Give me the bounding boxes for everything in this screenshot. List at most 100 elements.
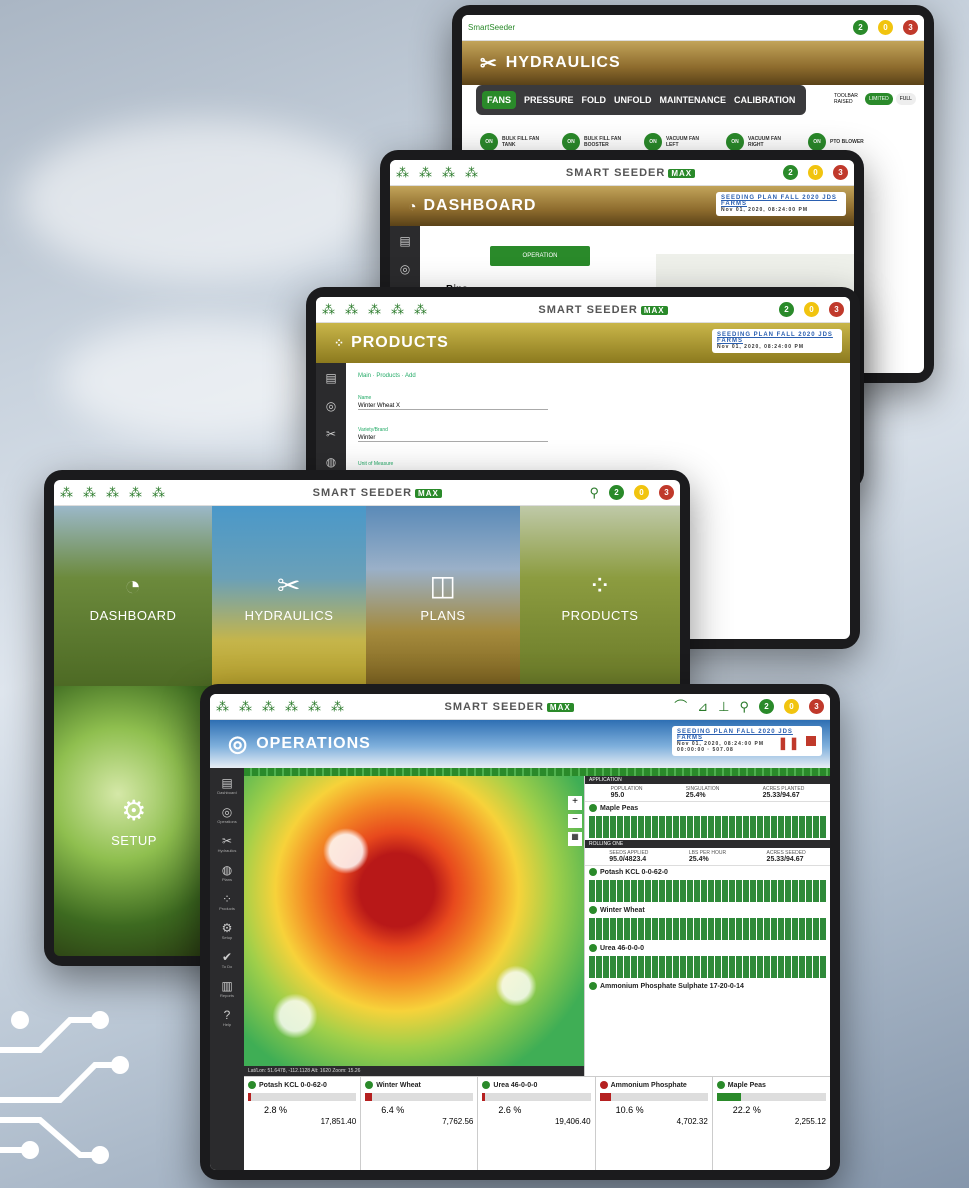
variety-field[interactable]: Winter xyxy=(358,435,548,442)
row-icon[interactable]: ⁂ xyxy=(396,166,409,179)
bins-row: Potash KCL 0-0-62-0 2.8 % 17,851.40 Winter… xyxy=(244,1076,830,1170)
row-icon[interactable]: ⁂ xyxy=(83,486,96,499)
bin-card[interactable]: Urea 46-0-0-0 2.6 % 19,406.40 xyxy=(478,1077,596,1170)
alert-yellow[interactable]: 0 xyxy=(784,699,799,714)
row-icon[interactable]: ⁂ xyxy=(262,700,275,713)
zoom-in-button[interactable]: + xyxy=(568,796,582,810)
plan-card[interactable]: SEEDING PLAN FALL 2020 JDS FARMS Nov 01, … xyxy=(716,192,846,216)
tab-fans[interactable]: FANS xyxy=(482,91,517,109)
stop-button[interactable] xyxy=(806,736,816,746)
alert-red[interactable]: 3 xyxy=(659,485,674,500)
row-icon[interactable]: ⁂ xyxy=(308,700,321,713)
toggle-off[interactable]: FULL xyxy=(895,93,916,105)
row-icon[interactable]: ⁂ xyxy=(331,700,344,713)
fan-button[interactable]: ON PTO BLOWER xyxy=(808,133,868,151)
tab-unfold[interactable]: UNFOLD xyxy=(614,95,652,105)
alert-yellow[interactable]: 0 xyxy=(804,302,819,317)
tile-products[interactable]: ⁘ PRODUCTS xyxy=(520,506,680,686)
name-field[interactable]: Winter Wheat X xyxy=(358,403,548,410)
sidebar-item-help[interactable]: ? Help xyxy=(223,1008,231,1027)
operations-icon[interactable]: ◎ xyxy=(326,399,336,413)
alert-yellow[interactable]: 0 xyxy=(878,20,893,35)
hydraulics-icon[interactable]: ✂ xyxy=(326,427,336,441)
row-icon[interactable]: ⁂ xyxy=(152,486,165,499)
alert-red[interactable]: 3 xyxy=(809,699,824,714)
row-icon[interactable]: ⁂ xyxy=(239,700,252,713)
row-icon[interactable]: ⁂ xyxy=(391,303,404,316)
alert-green[interactable]: 2 xyxy=(853,20,868,35)
zoom-out-button[interactable]: − xyxy=(568,814,582,828)
dashboard-icon[interactable]: ▤ xyxy=(325,371,336,385)
fan-button[interactable]: ON BULK FILL FAN TANK xyxy=(480,133,540,151)
fan-button[interactable]: ON VACUUM FAN LEFT xyxy=(644,133,704,151)
plan-card[interactable]: SEEDING PLAN FALL 2020 JDS FARMS Nov 01,… xyxy=(672,726,822,756)
fan-button[interactable]: ON VACUUM FAN RIGHT xyxy=(726,133,786,151)
tab-maintenance[interactable]: MAINTENANCE xyxy=(660,95,727,105)
alert-green[interactable]: 2 xyxy=(779,302,794,317)
pin-icon[interactable]: ⚲ xyxy=(739,700,749,713)
sidebar-item-todo[interactable]: ✔ To Do xyxy=(222,950,232,969)
toolbar-toggle[interactable]: TOOLBAR RAISED LIMITED FULL xyxy=(834,93,916,105)
row-icon[interactable]: ⁂ xyxy=(345,303,358,316)
sidebar-item-plans[interactable]: ◍ Plans xyxy=(222,863,232,882)
heat-map[interactable]: + − ▦ Lat/Lon: 51.6478, -112.1128 Alt: 1… xyxy=(244,776,584,1076)
layers-button[interactable]: ▦ xyxy=(568,832,582,846)
joint-icon[interactable]: ⊿ xyxy=(697,700,708,713)
bin-card[interactable]: Ammonium Phosphate 10.6 % 4,702.32 xyxy=(596,1077,713,1170)
plan-name[interactable]: SEEDING PLAN FALL 2020 JDS FARMS xyxy=(717,332,833,344)
caster-icon[interactable]: ⌒ xyxy=(674,700,687,713)
bin-card[interactable]: Potash KCL 0-0-62-0 2.8 % 17,851.40 xyxy=(244,1077,362,1170)
alert-green[interactable]: 2 xyxy=(759,699,774,714)
page-title: HYDRAULICS xyxy=(505,54,621,71)
alert-red[interactable]: 3 xyxy=(833,165,848,180)
sidebar-item-reports[interactable]: ▥ Reports xyxy=(220,979,234,998)
operations-icon[interactable]: ◎ xyxy=(400,262,410,276)
dashboard-icon[interactable]: ▤ xyxy=(399,234,410,248)
products-topbar: ⁂ ⁂ ⁂ ⁂ ⁂ SMART SEEDER MAX 2 0 3 xyxy=(316,297,850,323)
bin-card[interactable]: Maple Peas 22.2 % 2,255.12 xyxy=(713,1077,830,1170)
tree-icon[interactable]: ⊥ xyxy=(718,700,729,713)
row-icon[interactable]: ⁂ xyxy=(465,166,478,179)
pause-button[interactable]: ❚❚ xyxy=(778,736,800,750)
tab-pressure[interactable]: PRESSURE xyxy=(524,95,574,105)
alert-green[interactable]: 2 xyxy=(783,165,798,180)
row-icon[interactable]: ⁂ xyxy=(322,303,335,316)
fan-button[interactable]: ON BULK FILL FAN BOOSTER xyxy=(562,133,622,151)
alert-green[interactable]: 2 xyxy=(609,485,624,500)
row-strip xyxy=(244,768,830,776)
row-icon[interactable]: ⁂ xyxy=(106,486,119,499)
operation-button[interactable]: OPERATION xyxy=(490,246,590,266)
plan-name[interactable]: SEEDING PLAN FALL 2020 JDS FARMS xyxy=(677,729,793,741)
alert-yellow[interactable]: 0 xyxy=(808,165,823,180)
plan-card[interactable]: SEEDING PLAN FALL 2020 JDS FARMS Nov 01, … xyxy=(712,329,842,353)
toggle-on[interactable]: LIMITED xyxy=(865,93,893,105)
row-icon[interactable]: ⁂ xyxy=(414,303,427,316)
sidebar-item-products[interactable]: ⁘ Products xyxy=(219,892,235,911)
row-icon[interactable]: ⁂ xyxy=(419,166,432,179)
alert-yellow[interactable]: 0 xyxy=(634,485,649,500)
bin-card[interactable]: Winter Wheat 6.4 % 7,762.56 xyxy=(361,1077,479,1170)
sidebar-item-dashboard[interactable]: ▤ Dashboard xyxy=(217,776,237,795)
row-icon[interactable]: ⁂ xyxy=(285,700,298,713)
row-icon[interactable]: ⁂ xyxy=(442,166,455,179)
row-icon[interactable]: ⁂ xyxy=(129,486,142,499)
tile-setup[interactable]: ⚙ SETUP xyxy=(54,686,214,956)
alert-red[interactable]: 3 xyxy=(829,302,844,317)
tile-dashboard[interactable]: ◔ DASHBOARD xyxy=(54,506,212,686)
pin-icon[interactable]: ⚲ xyxy=(589,486,599,499)
alert-red[interactable]: 3 xyxy=(903,20,918,35)
row-icon[interactable]: ⁂ xyxy=(368,303,381,316)
tile-plans[interactable]: ◫ PLANS xyxy=(366,506,520,686)
row-icon[interactable]: ⁂ xyxy=(60,486,73,499)
sidebar-item-setup[interactable]: ⚙ Setup xyxy=(222,921,233,940)
tab-calibration[interactable]: CALIBRATION xyxy=(734,95,795,105)
plan-name[interactable]: SEEDING PLAN FALL 2020 JDS FARMS xyxy=(721,195,837,207)
row-icon[interactable]: ⁂ xyxy=(216,700,229,713)
gauge-icon: ◔ xyxy=(124,569,142,601)
sidebar: ▤ Dashboard ◎ Operations ✂ Hydraulics ◍ Plan… xyxy=(210,768,244,1170)
tab-fold[interactable]: FOLD xyxy=(582,95,607,105)
tile-hydraulics[interactable]: ✂ HYDRAULICS xyxy=(212,506,366,686)
plans-icon[interactable]: ◍ xyxy=(326,455,336,469)
sidebar-item-operations[interactable]: ◎ Operations xyxy=(217,805,237,824)
sidebar-item-hydraulics[interactable]: ✂ Hydraulics xyxy=(218,834,237,853)
